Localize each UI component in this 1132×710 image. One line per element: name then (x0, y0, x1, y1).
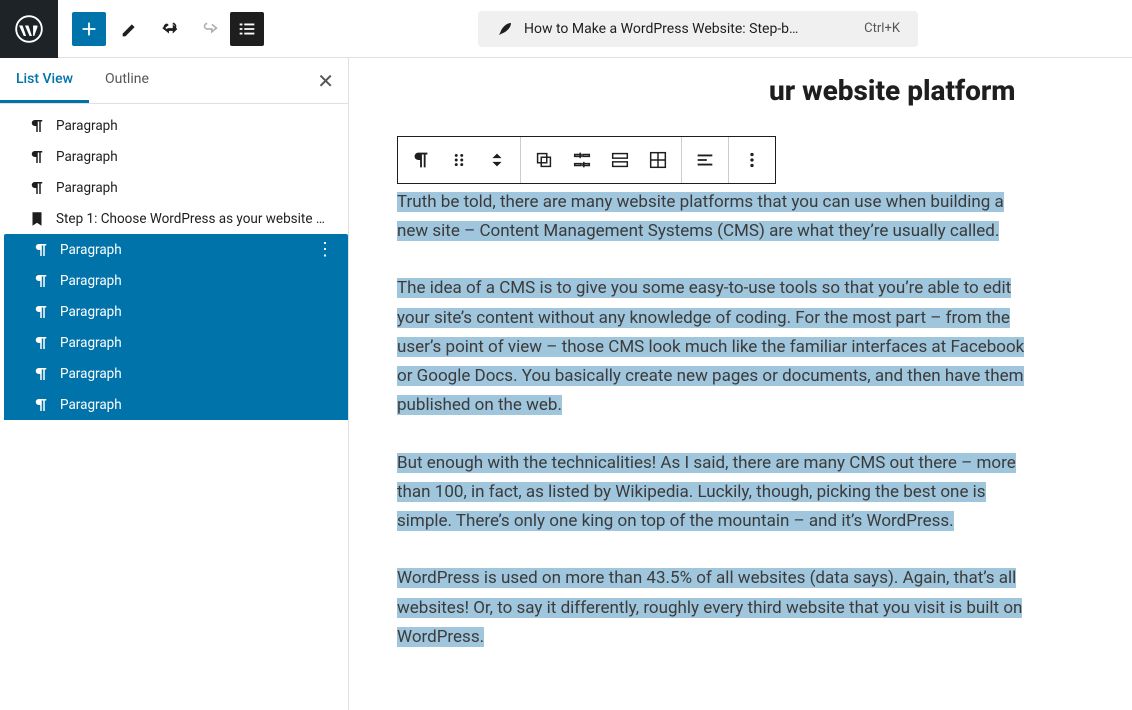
grid-button[interactable] (639, 137, 677, 183)
copy-icon (533, 149, 555, 171)
tree-item-label: Step 1: Choose WordPress as your website… (56, 211, 325, 227)
tree-item-label: Paragraph (56, 149, 118, 165)
wp-logo[interactable] (0, 0, 58, 58)
close-sidebar-button[interactable]: ✕ (317, 71, 334, 91)
more-vertical-icon (741, 149, 763, 171)
paragraph-icon (410, 149, 432, 171)
edit-button[interactable] (110, 9, 150, 49)
redo-icon (199, 18, 221, 40)
more-vertical-icon[interactable]: ⋮ (316, 239, 338, 260)
paragraph-block[interactable]: Truth be told, there are many website pl… (397, 188, 1037, 246)
shortcut-hint: Ctrl+K (864, 21, 900, 36)
paragraph-block[interactable]: But enough with the technicalities! As I… (397, 449, 1037, 537)
tree-item-paragraph[interactable]: Paragraph (4, 296, 348, 327)
move-buttons[interactable] (478, 137, 516, 183)
editor-canvas[interactable]: ur website platform (349, 58, 1132, 710)
tree-item-label: Paragraph (60, 366, 122, 382)
list-view-icon (236, 18, 258, 40)
top-toolbar: How to Make a WordPress Website: Step-b…… (0, 0, 1132, 58)
paragraph-text: The idea of a CMS is to give you some ea… (397, 278, 1024, 415)
tree-item-paragraph[interactable]: Paragraph (4, 358, 348, 389)
block-tree: Paragraph Paragraph Paragraph Step 1: Choos… (0, 104, 348, 710)
tree-item-heading[interactable]: Step 1: Choose WordPress as your website… (0, 203, 348, 234)
tab-list-view[interactable]: List View (0, 58, 89, 103)
tree-item-paragraph[interactable]: Paragraph (4, 389, 348, 420)
rows-button[interactable] (601, 137, 639, 183)
rows-icon (609, 149, 631, 171)
paragraph-block[interactable]: WordPress is used on more than 43.5% of … (397, 564, 1037, 652)
plus-icon (78, 18, 100, 40)
paragraph-block[interactable]: The idea of a CMS is to give you some ea… (397, 274, 1037, 420)
drag-handle[interactable] (440, 137, 478, 183)
redo-button[interactable] (190, 9, 230, 49)
document-overview-button[interactable] (230, 12, 264, 46)
tree-item-label: Paragraph (60, 335, 122, 351)
tree-item-label: Paragraph (60, 242, 122, 258)
feather-icon (496, 20, 514, 38)
sidebar-tabs: List View Outline ✕ (0, 58, 348, 104)
document-title: How to Make a WordPress Website: Step-b… (524, 21, 854, 37)
tab-outline[interactable]: Outline (89, 58, 165, 103)
pencil-icon (119, 18, 141, 40)
grid-icon (647, 149, 669, 171)
block-type-button[interactable] (402, 137, 440, 183)
undo-icon (159, 18, 181, 40)
transform-button[interactable] (563, 137, 601, 183)
tree-item-paragraph[interactable]: Paragraph (0, 110, 348, 141)
paragraph-text: Truth be told, there are many website pl… (397, 192, 1004, 241)
align-icon (694, 149, 716, 171)
tree-item-paragraph[interactable]: Paragraph (4, 327, 348, 358)
wordpress-icon (15, 15, 43, 43)
transform-icon (571, 149, 593, 171)
tree-item-paragraph[interactable]: Paragraph (0, 141, 348, 172)
block-toolbar (397, 136, 776, 184)
paragraph-text: WordPress is used on more than 43.5% of … (397, 568, 1022, 646)
tree-item-label: Paragraph (60, 273, 122, 289)
tree-item-label: Paragraph (60, 304, 122, 320)
heading-partial[interactable]: ur website platform (769, 74, 1016, 107)
tree-item-label: Paragraph (60, 397, 122, 413)
list-view-sidebar: List View Outline ✕ ParagraphParagraphPa… (0, 58, 349, 710)
tree-item-paragraph[interactable]: Paragraph ⋮ (4, 234, 348, 265)
tree-item-paragraph[interactable]: Paragraph (0, 172, 348, 203)
tree-item-paragraph[interactable]: Paragraph (4, 265, 348, 296)
add-block-button[interactable] (72, 12, 106, 46)
chevrons-icon (486, 149, 508, 171)
tree-item-label: Paragraph (56, 180, 118, 196)
drag-icon (448, 149, 470, 171)
more-options-button[interactable] (733, 137, 771, 183)
paragraph-text: But enough with the technicalities! As I… (397, 453, 1016, 531)
align-text-button[interactable] (686, 137, 724, 183)
document-title-bar[interactable]: How to Make a WordPress Website: Step-b…… (478, 11, 918, 47)
align-button[interactable] (525, 137, 563, 183)
undo-button[interactable] (150, 9, 190, 49)
tree-item-label: Paragraph (56, 118, 118, 134)
